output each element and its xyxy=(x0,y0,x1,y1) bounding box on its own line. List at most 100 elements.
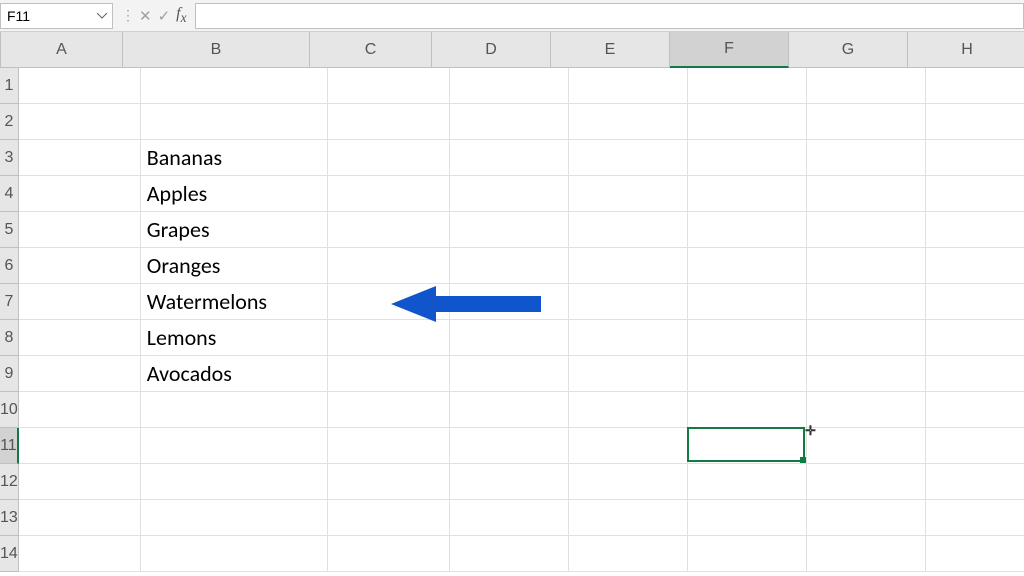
cell-C10[interactable] xyxy=(328,392,450,428)
cell-F10[interactable] xyxy=(688,392,807,428)
cell-E8[interactable] xyxy=(569,320,688,356)
cell-C4[interactable] xyxy=(328,176,450,212)
name-box[interactable]: F11 xyxy=(0,3,113,29)
cell-E10[interactable] xyxy=(569,392,688,428)
cell-A5[interactable] xyxy=(19,212,141,248)
cell-G14[interactable] xyxy=(807,536,926,572)
cell-A6[interactable] xyxy=(19,248,141,284)
cell-E7[interactable] xyxy=(569,284,688,320)
cell-D2[interactable] xyxy=(450,104,569,140)
cell-H3[interactable] xyxy=(926,140,1024,176)
col-header-F[interactable]: F xyxy=(670,32,789,68)
cell-F3[interactable] xyxy=(688,140,807,176)
cell-C13[interactable] xyxy=(328,500,450,536)
cell-E11[interactable] xyxy=(569,428,688,464)
cell-E2[interactable] xyxy=(569,104,688,140)
cell-C12[interactable] xyxy=(328,464,450,500)
cell-E9[interactable] xyxy=(569,356,688,392)
cell-H4[interactable] xyxy=(926,176,1024,212)
cell-A2[interactable] xyxy=(19,104,141,140)
cell-H7[interactable] xyxy=(926,284,1024,320)
cell-H9[interactable] xyxy=(926,356,1024,392)
col-header-D[interactable]: D xyxy=(432,32,551,68)
cell-G1[interactable] xyxy=(807,68,926,104)
row-header-14[interactable]: 14 xyxy=(0,536,19,572)
cell-C5[interactable] xyxy=(328,212,450,248)
cell-F2[interactable] xyxy=(688,104,807,140)
cell-B11[interactable] xyxy=(141,428,328,464)
cell-A1[interactable] xyxy=(19,68,141,104)
cell-C6[interactable] xyxy=(328,248,450,284)
cell-B7[interactable]: Watermelons xyxy=(141,284,328,320)
cell-F1[interactable] xyxy=(688,68,807,104)
cell-B5[interactable]: Grapes xyxy=(141,212,328,248)
cell-H12[interactable] xyxy=(926,464,1024,500)
cell-G6[interactable] xyxy=(807,248,926,284)
cell-E14[interactable] xyxy=(569,536,688,572)
cell-B2[interactable] xyxy=(141,104,328,140)
cell-H2[interactable] xyxy=(926,104,1024,140)
cell-D9[interactable] xyxy=(450,356,569,392)
cell-D1[interactable] xyxy=(450,68,569,104)
col-header-E[interactable]: E xyxy=(551,32,670,68)
row-header-6[interactable]: 6 xyxy=(0,248,19,284)
cell-A10[interactable] xyxy=(19,392,141,428)
cell-F14[interactable] xyxy=(688,536,807,572)
cell-D11[interactable] xyxy=(450,428,569,464)
cell-A13[interactable] xyxy=(19,500,141,536)
cell-E12[interactable] xyxy=(569,464,688,500)
cell-D13[interactable] xyxy=(450,500,569,536)
cell-A3[interactable] xyxy=(19,140,141,176)
cell-A8[interactable] xyxy=(19,320,141,356)
cell-B9[interactable]: Avocados xyxy=(141,356,328,392)
row-header-3[interactable]: 3 xyxy=(0,140,19,176)
cell-B10[interactable] xyxy=(141,392,328,428)
cell-D4[interactable] xyxy=(450,176,569,212)
cell-F4[interactable] xyxy=(688,176,807,212)
cell-H10[interactable] xyxy=(926,392,1024,428)
cell-F12[interactable] xyxy=(688,464,807,500)
col-header-H[interactable]: H xyxy=(908,32,1024,68)
cell-B14[interactable] xyxy=(141,536,328,572)
cell-B4[interactable]: Apples xyxy=(141,176,328,212)
formula-input[interactable] xyxy=(195,3,1024,29)
cell-D10[interactable] xyxy=(450,392,569,428)
cell-G2[interactable] xyxy=(807,104,926,140)
cell-E6[interactable] xyxy=(569,248,688,284)
cell-C3[interactable] xyxy=(328,140,450,176)
row-header-1[interactable]: 1 xyxy=(0,68,19,104)
col-header-A[interactable]: A xyxy=(1,32,123,68)
cell-D3[interactable] xyxy=(450,140,569,176)
chevron-down-icon[interactable] xyxy=(96,10,108,22)
cell-E3[interactable] xyxy=(569,140,688,176)
row-header-4[interactable]: 4 xyxy=(0,176,19,212)
fx-icon[interactable]: fx xyxy=(176,5,186,26)
cell-B6[interactable]: Oranges xyxy=(141,248,328,284)
col-header-G[interactable]: G xyxy=(789,32,908,68)
cell-G11[interactable] xyxy=(807,428,926,464)
cell-G7[interactable] xyxy=(807,284,926,320)
cell-F13[interactable] xyxy=(688,500,807,536)
cell-F6[interactable] xyxy=(688,248,807,284)
cell-G10[interactable] xyxy=(807,392,926,428)
select-all-corner[interactable] xyxy=(0,32,1,68)
col-header-C[interactable]: C xyxy=(310,32,432,68)
row-header-8[interactable]: 8 xyxy=(0,320,19,356)
cell-F11[interactable] xyxy=(688,428,807,464)
cell-H13[interactable] xyxy=(926,500,1024,536)
cell-E13[interactable] xyxy=(569,500,688,536)
row-header-13[interactable]: 13 xyxy=(0,500,19,536)
cell-C14[interactable] xyxy=(328,536,450,572)
cell-H14[interactable] xyxy=(926,536,1024,572)
col-header-B[interactable]: B xyxy=(123,32,310,68)
cell-E5[interactable] xyxy=(569,212,688,248)
cell-B8[interactable]: Lemons xyxy=(141,320,328,356)
cell-C9[interactable] xyxy=(328,356,450,392)
cell-C1[interactable] xyxy=(328,68,450,104)
cell-H5[interactable] xyxy=(926,212,1024,248)
cell-B1[interactable] xyxy=(141,68,328,104)
cell-H11[interactable] xyxy=(926,428,1024,464)
cell-G8[interactable] xyxy=(807,320,926,356)
cell-H8[interactable] xyxy=(926,320,1024,356)
row-header-7[interactable]: 7 xyxy=(0,284,19,320)
